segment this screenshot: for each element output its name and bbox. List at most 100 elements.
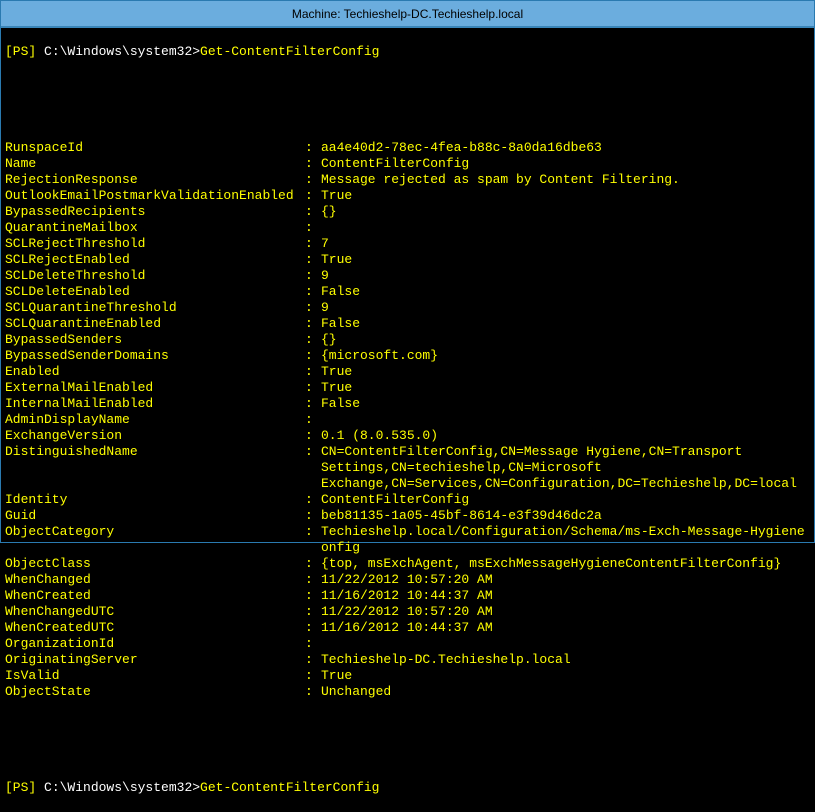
output-key: RunspaceId bbox=[5, 140, 305, 156]
output-value: 11/16/2012 10:44:37 AM bbox=[321, 588, 810, 604]
output-value: {microsoft.com} bbox=[321, 348, 810, 364]
output-row: SCLDeleteThreshold: 9 bbox=[5, 268, 810, 284]
output-key: OrganizationId bbox=[5, 636, 305, 652]
output-value: 11/22/2012 10:57:20 AM bbox=[321, 604, 810, 620]
output-key: WhenChanged bbox=[5, 572, 305, 588]
output-value: 9 bbox=[321, 268, 810, 284]
output-key: BypassedSenders bbox=[5, 332, 305, 348]
output-key: SCLDeleteEnabled bbox=[5, 284, 305, 300]
output-value: True bbox=[321, 380, 810, 396]
output-separator: : bbox=[305, 284, 321, 300]
output-key: Identity bbox=[5, 492, 305, 508]
output-value: Techieshelp.local/Configuration/Schema/m… bbox=[321, 524, 810, 540]
output-separator: : bbox=[305, 412, 321, 428]
output-row: ObjectCategory: Techieshelp.local/Config… bbox=[5, 524, 810, 540]
output-row: SCLRejectThreshold: 7 bbox=[5, 236, 810, 252]
output-value: Message rejected as spam by Content Filt… bbox=[321, 172, 810, 188]
output-key: InternalMailEnabled bbox=[5, 396, 305, 412]
blank-line bbox=[5, 748, 810, 764]
output-value bbox=[321, 636, 810, 652]
output-value: {} bbox=[321, 332, 810, 348]
output-value: False bbox=[321, 284, 810, 300]
output-value: ContentFilterConfig bbox=[321, 492, 810, 508]
output-row: DistinguishedName: CN=ContentFilterConfi… bbox=[5, 444, 810, 460]
output-row: SCLQuarantineThreshold: 9 bbox=[5, 300, 810, 316]
prompt-path: C:\Windows\system32> bbox=[36, 44, 200, 59]
output-row: BypassedRecipients: {} bbox=[5, 204, 810, 220]
output-row: OutlookEmailPostmarkValidationEnabled: T… bbox=[5, 188, 810, 204]
output-key: DistinguishedName bbox=[5, 444, 305, 460]
output-value: 11/22/2012 10:57:20 AM bbox=[321, 572, 810, 588]
output-value: Unchanged bbox=[321, 684, 810, 700]
output-separator: : bbox=[305, 636, 321, 652]
output-row: SCLQuarantineEnabled: False bbox=[5, 316, 810, 332]
output-value: beb81135-1a05-45bf-8614-e3f39d46dc2a bbox=[321, 508, 810, 524]
output-key: WhenChangedUTC bbox=[5, 604, 305, 620]
output-value: {top, msExchAgent, msExchMessageHygieneC… bbox=[321, 556, 810, 572]
blank-line bbox=[5, 108, 810, 124]
output-value: True bbox=[321, 252, 810, 268]
output-row: IsValid: True bbox=[5, 668, 810, 684]
output-value: CN=ContentFilterConfig,CN=Message Hygien… bbox=[321, 444, 810, 460]
output-separator: : bbox=[305, 620, 321, 636]
output-value-continuation: Settings,CN=techieshelp,CN=Microsoft bbox=[5, 460, 810, 476]
output-value: True bbox=[321, 668, 810, 684]
output-key: RejectionResponse bbox=[5, 172, 305, 188]
output-separator: : bbox=[305, 380, 321, 396]
output-separator: : bbox=[305, 220, 321, 236]
window-titlebar: Machine: Techieshelp-DC.Techieshelp.loca… bbox=[1, 1, 814, 28]
output-row: SCLDeleteEnabled: False bbox=[5, 284, 810, 300]
terminal-output[interactable]: [PS] C:\Windows\system32>Get-ContentFilt… bbox=[1, 28, 814, 812]
output-separator: : bbox=[305, 588, 321, 604]
output-separator: : bbox=[305, 508, 321, 524]
output-key: SCLRejectThreshold bbox=[5, 236, 305, 252]
prompt-line: [PS] C:\Windows\system32>Get-ContentFilt… bbox=[5, 44, 810, 60]
output-key: SCLQuarantineEnabled bbox=[5, 316, 305, 332]
output-row: WhenChanged: 11/22/2012 10:57:20 AM bbox=[5, 572, 810, 588]
output-value: True bbox=[321, 188, 810, 204]
window-title: Machine: Techieshelp-DC.Techieshelp.loca… bbox=[292, 7, 523, 21]
output-key: QuarantineMailbox bbox=[5, 220, 305, 236]
output-row: BypassedSenderDomains: {microsoft.com} bbox=[5, 348, 810, 364]
output-value: {} bbox=[321, 204, 810, 220]
prompt-line[interactable]: [PS] C:\Windows\system32>Get-ContentFilt… bbox=[5, 780, 810, 796]
blank-line bbox=[5, 716, 810, 732]
output-value: False bbox=[321, 396, 810, 412]
output-value: False bbox=[321, 316, 810, 332]
output-separator: : bbox=[305, 348, 321, 364]
output-row: WhenChangedUTC: 11/22/2012 10:57:20 AM bbox=[5, 604, 810, 620]
output-value bbox=[321, 220, 810, 236]
output-value: True bbox=[321, 364, 810, 380]
output-separator: : bbox=[305, 556, 321, 572]
output-key: Name bbox=[5, 156, 305, 172]
output-row: ExternalMailEnabled: True bbox=[5, 380, 810, 396]
output-key: Guid bbox=[5, 508, 305, 524]
prompt-prefix: [PS] bbox=[5, 780, 36, 795]
output-row: Name: ContentFilterConfig bbox=[5, 156, 810, 172]
prompt-path: C:\Windows\system32> bbox=[36, 780, 200, 795]
output-key: ExchangeVersion bbox=[5, 428, 305, 444]
output-separator: : bbox=[305, 316, 321, 332]
output-key: SCLRejectEnabled bbox=[5, 252, 305, 268]
output-separator: : bbox=[305, 668, 321, 684]
blank-line bbox=[5, 76, 810, 92]
output-row: Guid: beb81135-1a05-45bf-8614-e3f39d46dc… bbox=[5, 508, 810, 524]
output-value: Techieshelp-DC.Techieshelp.local bbox=[321, 652, 810, 668]
output-separator: : bbox=[305, 300, 321, 316]
output-value: 7 bbox=[321, 236, 810, 252]
output-key: BypassedRecipients bbox=[5, 204, 305, 220]
output-key: AdminDisplayName bbox=[5, 412, 305, 428]
output-row: AdminDisplayName: bbox=[5, 412, 810, 428]
output-row: Enabled: True bbox=[5, 364, 810, 380]
output-key: WhenCreatedUTC bbox=[5, 620, 305, 636]
output-row: QuarantineMailbox: bbox=[5, 220, 810, 236]
output-row: Identity: ContentFilterConfig bbox=[5, 492, 810, 508]
output-separator: : bbox=[305, 268, 321, 284]
output-value: ContentFilterConfig bbox=[321, 156, 810, 172]
output-row: BypassedSenders: {} bbox=[5, 332, 810, 348]
output-row: InternalMailEnabled: False bbox=[5, 396, 810, 412]
output-key: BypassedSenderDomains bbox=[5, 348, 305, 364]
output-separator: : bbox=[305, 156, 321, 172]
output-key: ObjectClass bbox=[5, 556, 305, 572]
output-separator: : bbox=[305, 140, 321, 156]
